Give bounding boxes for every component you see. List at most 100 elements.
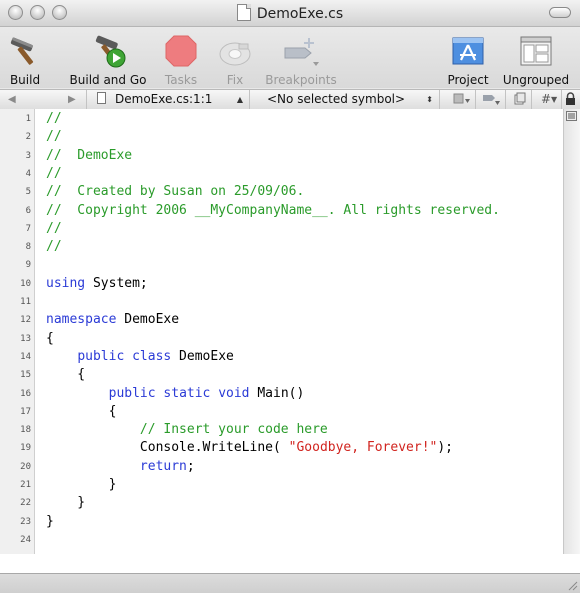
file-position-label: DemoExe.cs:1:1 xyxy=(115,92,213,106)
code-token: using xyxy=(46,275,86,291)
symbol-popup[interactable]: <No selected symbol> ⬍ xyxy=(250,90,440,109)
code-line: // Insert your code here xyxy=(46,421,328,439)
code-token: DemoExe xyxy=(171,348,234,364)
code-line: // Copyright 2006 __MyCompanyName__. All… xyxy=(46,202,500,220)
document-icon xyxy=(236,4,251,21)
code-line: // DemoExe xyxy=(46,147,132,165)
build-label: Build xyxy=(9,73,41,87)
project-button[interactable]: Project xyxy=(444,32,492,87)
code-line: // xyxy=(46,110,62,128)
code-token: "Goodbye, Forever!" xyxy=(288,440,438,456)
code-line: public static void Main() xyxy=(46,385,305,403)
code-line: } xyxy=(46,513,54,531)
title-bar: DemoExe.cs xyxy=(0,0,580,27)
counterpart-button[interactable] xyxy=(506,90,532,109)
window-title-wrapper: DemoExe.cs xyxy=(0,4,580,22)
forward-arrow-icon[interactable]: ▶ xyxy=(22,90,87,109)
code-line: // xyxy=(46,220,62,238)
status-bar xyxy=(0,573,580,593)
code-editor[interactable]: 1 2 3 4 5 6 7 8 9 10 11 12 13 14 15 16 17 18 19 20 21 22 23 24 … xyxy=(0,109,563,554)
code-token: DemoExe xyxy=(116,312,180,328)
code-token: // Created by Susan on 25/09/06. xyxy=(46,184,305,200)
code-line: // xyxy=(46,238,62,256)
split-view-icon[interactable] xyxy=(566,111,577,121)
line-number: 23 xyxy=(20,516,31,527)
line-number: 22 xyxy=(20,498,31,509)
code-token: } xyxy=(46,477,117,492)
code-token: Main() xyxy=(249,385,305,401)
code-token: { xyxy=(46,367,86,383)
line-number-gutter: 1 2 3 4 5 6 7 8 9 10 11 12 13 14 15 16 17 18 19 20 21 22 23 24 xyxy=(0,109,35,554)
includes-popup[interactable]: # ▼ xyxy=(532,90,562,109)
line-number: 14 xyxy=(20,351,31,362)
line-number: 11 xyxy=(20,297,31,307)
code-token: // xyxy=(46,220,62,236)
breakpoints-popup[interactable] xyxy=(476,90,506,109)
window-title: DemoExe.cs xyxy=(256,6,344,22)
ungrouped-button[interactable]: Ungrouped xyxy=(497,32,575,87)
dropdown-arrow-icon: ▼ xyxy=(551,95,558,104)
code-line: // Created by Susan on 25/09/06. xyxy=(46,183,304,201)
code-line: { xyxy=(46,403,117,421)
code-line: { xyxy=(46,330,54,348)
code-token: System; xyxy=(85,275,148,291)
hash-label: # xyxy=(541,92,552,106)
line-number: 13 xyxy=(20,333,31,344)
vertical-scrollbar[interactable] xyxy=(563,109,580,554)
line-number: 12 xyxy=(20,315,31,326)
lock-icon xyxy=(566,92,575,105)
fix-label: Fix xyxy=(226,73,244,87)
line-number: 8 xyxy=(25,242,31,253)
toolbar-toggle-button[interactable] xyxy=(549,7,571,18)
code-token: public static void xyxy=(108,385,250,401)
line-number: 6 xyxy=(25,205,31,216)
hammer-run-icon xyxy=(65,32,151,68)
breakpoints-button[interactable]: Breakpoints xyxy=(262,32,340,87)
code-token: // Copyright 2006 __MyCompanyName__. All… xyxy=(46,202,500,218)
file-position-popup[interactable]: DemoExe.cs:1:1 ▲ xyxy=(88,90,250,109)
line-number: 18 xyxy=(20,425,31,436)
code-token: // Insert your code here xyxy=(46,422,328,438)
code-token: // xyxy=(46,165,62,181)
code-line: return; xyxy=(46,458,195,476)
build-and-go-button[interactable]: Build and Go xyxy=(65,32,151,87)
line-number: 19 xyxy=(20,443,31,454)
line-number: 4 xyxy=(25,168,31,179)
updown-arrows-icon: ▲ xyxy=(236,95,243,104)
line-number: 21 xyxy=(20,480,31,490)
ungrouped-label: Ungrouped xyxy=(502,73,570,87)
code-token: Console.WriteLine( xyxy=(46,440,289,456)
code-line: } xyxy=(46,476,117,494)
line-number: 10 xyxy=(20,278,31,289)
fix-button[interactable]: Fix xyxy=(214,32,256,87)
build-button[interactable]: Build xyxy=(4,32,46,87)
breakpoints-label: Breakpoints xyxy=(265,73,337,87)
lock-button[interactable] xyxy=(562,90,580,109)
resize-grip-icon[interactable] xyxy=(566,579,578,591)
back-arrow-icon[interactable]: ◀ xyxy=(0,90,22,109)
line-number: 16 xyxy=(20,388,31,399)
project-label: Project xyxy=(447,73,489,87)
bookmarks-icon xyxy=(453,93,470,104)
tasks-button[interactable]: Tasks xyxy=(160,32,202,87)
code-line: public class DemoExe xyxy=(46,348,234,366)
code-token: { xyxy=(46,330,54,346)
code-line: } xyxy=(46,494,85,512)
toolbar: Build Build and Go Tasks Fix Breakpoints… xyxy=(0,27,580,88)
code-token: { xyxy=(46,403,117,419)
code-token: // xyxy=(46,111,62,126)
code-token: // xyxy=(46,129,62,145)
code-token: return xyxy=(139,458,187,474)
tasks-label: Tasks xyxy=(164,73,198,87)
code-token: // xyxy=(46,239,62,255)
code-line: // xyxy=(46,165,62,183)
bookmarks-popup[interactable] xyxy=(440,90,476,109)
file-icon xyxy=(97,92,106,104)
fix-bandage-icon xyxy=(214,32,256,68)
hammer-icon xyxy=(4,32,46,68)
code-token: public class xyxy=(77,348,172,364)
build-and-go-label: Build and Go xyxy=(69,73,147,87)
navigation-bar: ◀ ▶ DemoExe.cs:1:1 ▲ <No selected symbol… xyxy=(0,89,580,110)
